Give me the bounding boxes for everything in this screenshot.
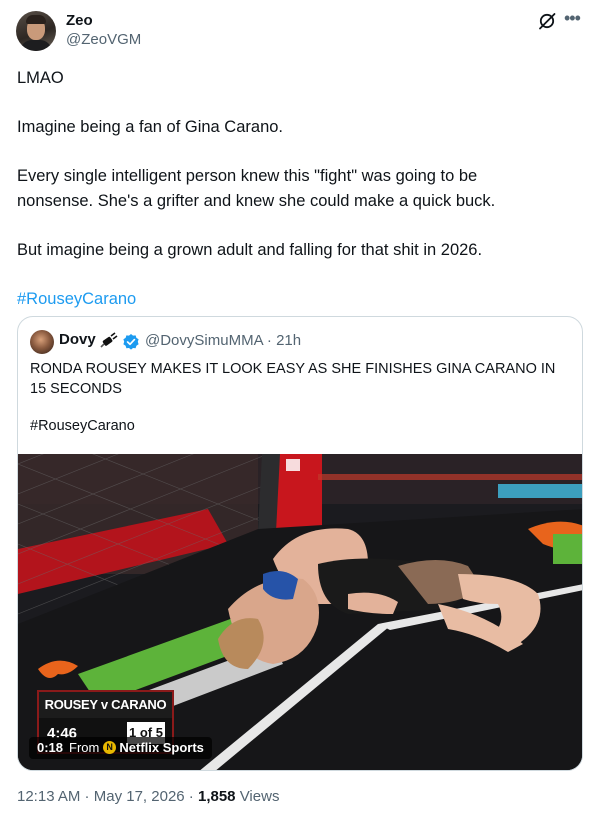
author-name[interactable]: Zeo bbox=[66, 12, 93, 29]
tweet-card: Zeo @ZeoVGM ••• LMAO Imagine being a fan… bbox=[0, 0, 596, 821]
tweet-line: Every single intelligent person knew thi… bbox=[17, 167, 478, 185]
quoted-tweet[interactable]: Dovy @DovySimuMMA · 21h RONDA ROUSEY MAK… bbox=[17, 316, 583, 771]
tweet-text: LMAO Imagine being a fan of Gina Carano.… bbox=[17, 66, 577, 312]
netflix-icon bbox=[103, 736, 117, 758]
quoted-author-handle[interactable]: @DovySimuMMA · 21h bbox=[145, 332, 301, 349]
author-avatar[interactable] bbox=[16, 11, 56, 51]
video-player[interactable]: ROUSEY v CARANO 4:46 1 of 5 0:18FromNetf… bbox=[18, 454, 582, 770]
tweet-time[interactable]: 12:13 AM bbox=[17, 788, 80, 805]
grok-icon[interactable] bbox=[537, 11, 557, 31]
hashtag-link[interactable]: #RouseyCarano bbox=[17, 287, 577, 312]
tweet-meta: 12:13 AM · May 17, 2026 · 1,858 Views bbox=[17, 788, 280, 805]
quoted-author-name[interactable]: Dovy bbox=[59, 331, 96, 348]
tweet-line: LMAO bbox=[17, 69, 64, 87]
plug-emoji-icon bbox=[100, 332, 118, 348]
quoted-hashtag[interactable]: #RouseyCarano bbox=[30, 418, 135, 434]
quoted-text: RONDA ROUSEY MAKES IT LOOK EASY AS SHE F… bbox=[30, 361, 556, 397]
tweet-date[interactable]: May 17, 2026 bbox=[94, 788, 185, 805]
tweet-line: But imagine being a grown adult and fall… bbox=[17, 241, 483, 259]
more-options-icon[interactable]: ••• bbox=[564, 9, 582, 29]
author-handle[interactable]: @ZeoVGM bbox=[66, 31, 141, 48]
tweet-line: Imagine being a fan of Gina Carano. bbox=[17, 118, 284, 136]
tweet-line: nonsense. She's a grifter and knew she c… bbox=[17, 192, 496, 210]
quoted-author-avatar[interactable] bbox=[30, 330, 54, 354]
quoted-time: 21h bbox=[276, 332, 302, 349]
video-from-label: From bbox=[69, 740, 100, 755]
views-count: 1,858 bbox=[197, 788, 236, 805]
video-info-pill: 0:18 From Netflix Sports bbox=[29, 736, 212, 759]
scorebug-title: ROUSEY v CARANO bbox=[39, 692, 172, 718]
verified-icon bbox=[123, 334, 139, 350]
video-source[interactable]: Netflix Sports bbox=[119, 740, 204, 755]
video-duration: 0:18 bbox=[37, 740, 64, 755]
views-label: Views bbox=[239, 788, 280, 805]
